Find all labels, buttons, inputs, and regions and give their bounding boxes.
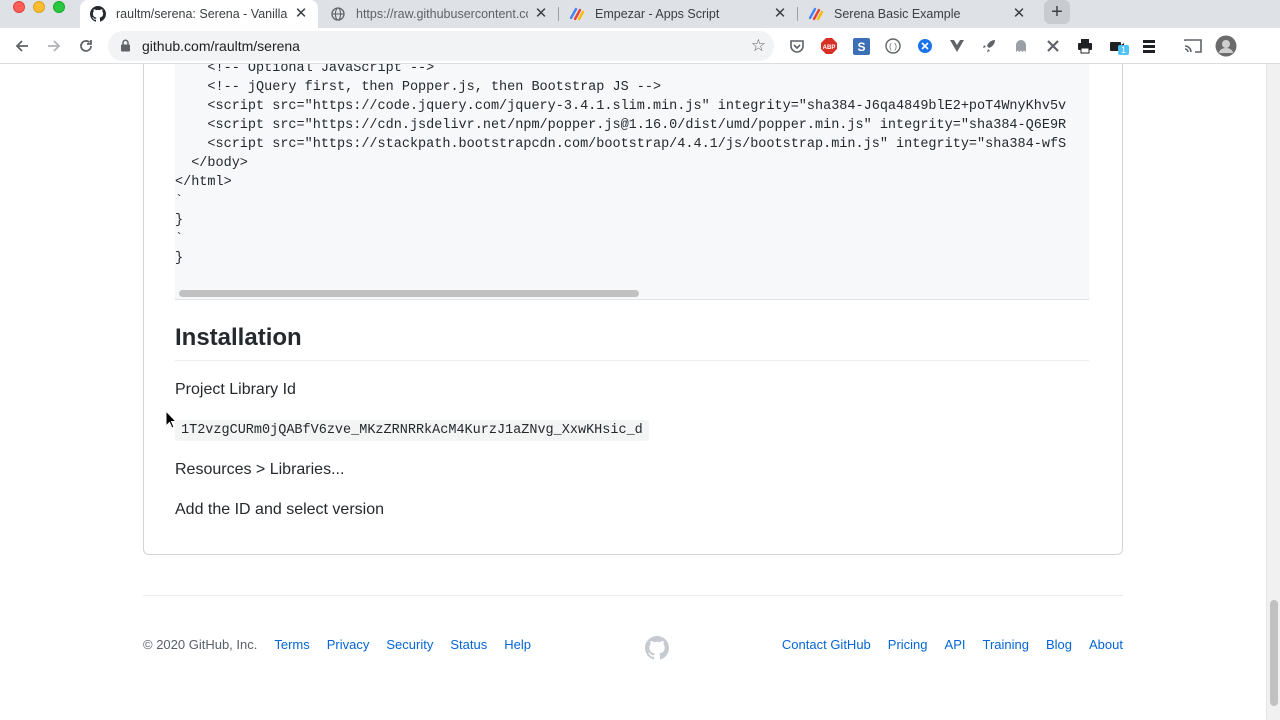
adblock-extension-icon[interactable]: ABP (820, 37, 838, 55)
maximize-window-button[interactable] (53, 1, 65, 13)
code-line: } (175, 213, 184, 228)
page-scrollbar-thumb[interactable] (1270, 600, 1278, 706)
printer-extension-icon[interactable] (1076, 37, 1094, 55)
footer-link-terms[interactable]: Terms (274, 637, 309, 652)
code-line: </body> (175, 156, 248, 171)
step-add-text: Add the ID and select version (175, 501, 385, 518)
section-heading: Installation (175, 324, 302, 351)
apps-script-icon (808, 6, 824, 22)
code-line: <!-- jQuery first, then Popper.js, then … (175, 80, 662, 95)
s-extension-icon[interactable]: S (852, 37, 870, 55)
tab-serena-basic-example[interactable]: Serena Basic Example ✕ (798, 0, 1036, 28)
vue-extension-icon[interactable] (948, 37, 966, 55)
mouse-cursor-icon (165, 410, 177, 429)
step-resources-text: Resources > Libraries... (175, 461, 345, 478)
globe-icon (330, 6, 346, 22)
tab-title: Serena Basic Example (834, 7, 961, 21)
camera-extension-icon[interactable]: 1 (1108, 37, 1130, 55)
reload-button[interactable] (75, 35, 97, 57)
page-viewport: <!-- Optional JavaScript --> <!-- jQuery… (0, 64, 1266, 720)
compass-extension-icon[interactable] (916, 37, 934, 55)
footer-right: Contact GitHub Pricing API Training Blog… (782, 637, 1123, 652)
footer-link-status[interactable]: Status (450, 637, 487, 652)
copyright-text: © 2020 GitHub, Inc. (143, 637, 258, 652)
heading-divider (175, 360, 1089, 361)
forward-button[interactable] (43, 35, 65, 57)
tab-empezar-apps-script[interactable]: Empezar - Apps Script ✕ (559, 0, 797, 28)
close-tab-icon[interactable]: ✕ (1012, 6, 1026, 21)
code-extension-icon[interactable]: () (884, 37, 902, 55)
minimize-window-button[interactable] (33, 1, 45, 13)
footer-divider (143, 595, 1123, 596)
browser-toolbar: github.com/raultm/serena ☆ ABP S () 1 (0, 28, 1280, 64)
arrow-right-icon (48, 40, 61, 52)
code-line: ` (175, 194, 184, 209)
tab-serena-repo[interactable]: raultm/serena: Serena - Vanilla ✕ (80, 0, 318, 28)
new-tab-button[interactable]: + (1044, 0, 1070, 24)
footer-link-privacy[interactable]: Privacy (327, 637, 370, 652)
footer-link-pricing[interactable]: Pricing (888, 637, 928, 652)
tab-raw-githubusercontent[interactable]: https://raw.githubusercontent.com ✕ (320, 0, 558, 28)
library-id-code: 1T2vzgCURm0jQABfV6zve_MKzZRNRRkAcM4KurzJ… (175, 420, 649, 441)
svg-text:ABP: ABP (823, 45, 836, 51)
close-window-button[interactable] (13, 1, 25, 13)
page-vertical-scrollbar[interactable] (1266, 64, 1280, 720)
apps-script-icon (569, 6, 585, 22)
lock-icon (121, 39, 130, 52)
footer-left: © 2020 GitHub, Inc. Terms Privacy Securi… (143, 637, 531, 652)
tab-title: https://raw.githubusercontent.com (356, 7, 528, 21)
svg-text:S: S (857, 40, 865, 54)
reload-icon (80, 40, 92, 52)
code-block: <!-- Optional JavaScript --> <!-- jQuery… (175, 64, 1089, 300)
tools-extension-icon[interactable] (1044, 37, 1062, 55)
code-horizontal-scrollbar[interactable] (175, 286, 1089, 300)
rocket-extension-icon[interactable] (980, 37, 998, 55)
extension-badge: 1 (1118, 45, 1130, 55)
url-text: github.com/raultm/serena (142, 38, 300, 54)
tab-strip: raultm/serena: Serena - Vanilla ✕ https:… (0, 0, 1280, 28)
close-tab-icon[interactable]: ✕ (534, 6, 548, 21)
close-tab-icon[interactable]: ✕ (294, 6, 308, 21)
address-bar[interactable]: github.com/raultm/serena ☆ (108, 31, 774, 61)
code-line: <script src="https://stackpath.bootstrap… (175, 137, 1067, 152)
code-line: ` (175, 232, 184, 247)
tab-title: Empezar - Apps Script (595, 7, 720, 21)
code-line: </html> (175, 175, 232, 190)
footer-link-help[interactable]: Help (504, 637, 531, 652)
footer-link-security[interactable]: Security (386, 637, 433, 652)
arrow-left-icon (15, 40, 28, 52)
svg-text:(): () (888, 43, 898, 52)
github-logo-icon[interactable] (645, 636, 669, 665)
profile-avatar[interactable] (1215, 35, 1237, 57)
menu-extension-icon[interactable] (1140, 37, 1158, 55)
code-line: <script src="https://code.jquery.com/jqu… (175, 99, 1067, 114)
back-button[interactable] (11, 35, 33, 57)
library-label: Project Library Id (175, 381, 296, 398)
plus-icon: + (1051, 0, 1063, 23)
footer-link-blog[interactable]: Blog (1046, 637, 1072, 652)
code-scrollbar-thumb[interactable] (179, 290, 639, 297)
tab-title: raultm/serena: Serena - Vanilla (116, 7, 288, 21)
cast-icon[interactable] (1184, 37, 1202, 55)
bookmark-star-icon[interactable]: ☆ (751, 36, 766, 56)
footer-link-about[interactable]: About (1089, 637, 1123, 652)
footer-link-training[interactable]: Training (983, 637, 1029, 652)
close-tab-icon[interactable]: ✕ (773, 6, 787, 21)
footer-link-api[interactable]: API (945, 637, 966, 652)
code-line: } (175, 251, 184, 266)
github-icon (90, 6, 106, 22)
ghost-extension-icon[interactable] (1012, 37, 1030, 55)
pocket-extension-icon[interactable] (788, 37, 806, 55)
code-line: <script src="https://cdn.jsdelivr.net/np… (175, 118, 1067, 133)
code-line: <!-- Optional JavaScript --> (175, 64, 435, 76)
footer-link-contact[interactable]: Contact GitHub (782, 637, 871, 652)
